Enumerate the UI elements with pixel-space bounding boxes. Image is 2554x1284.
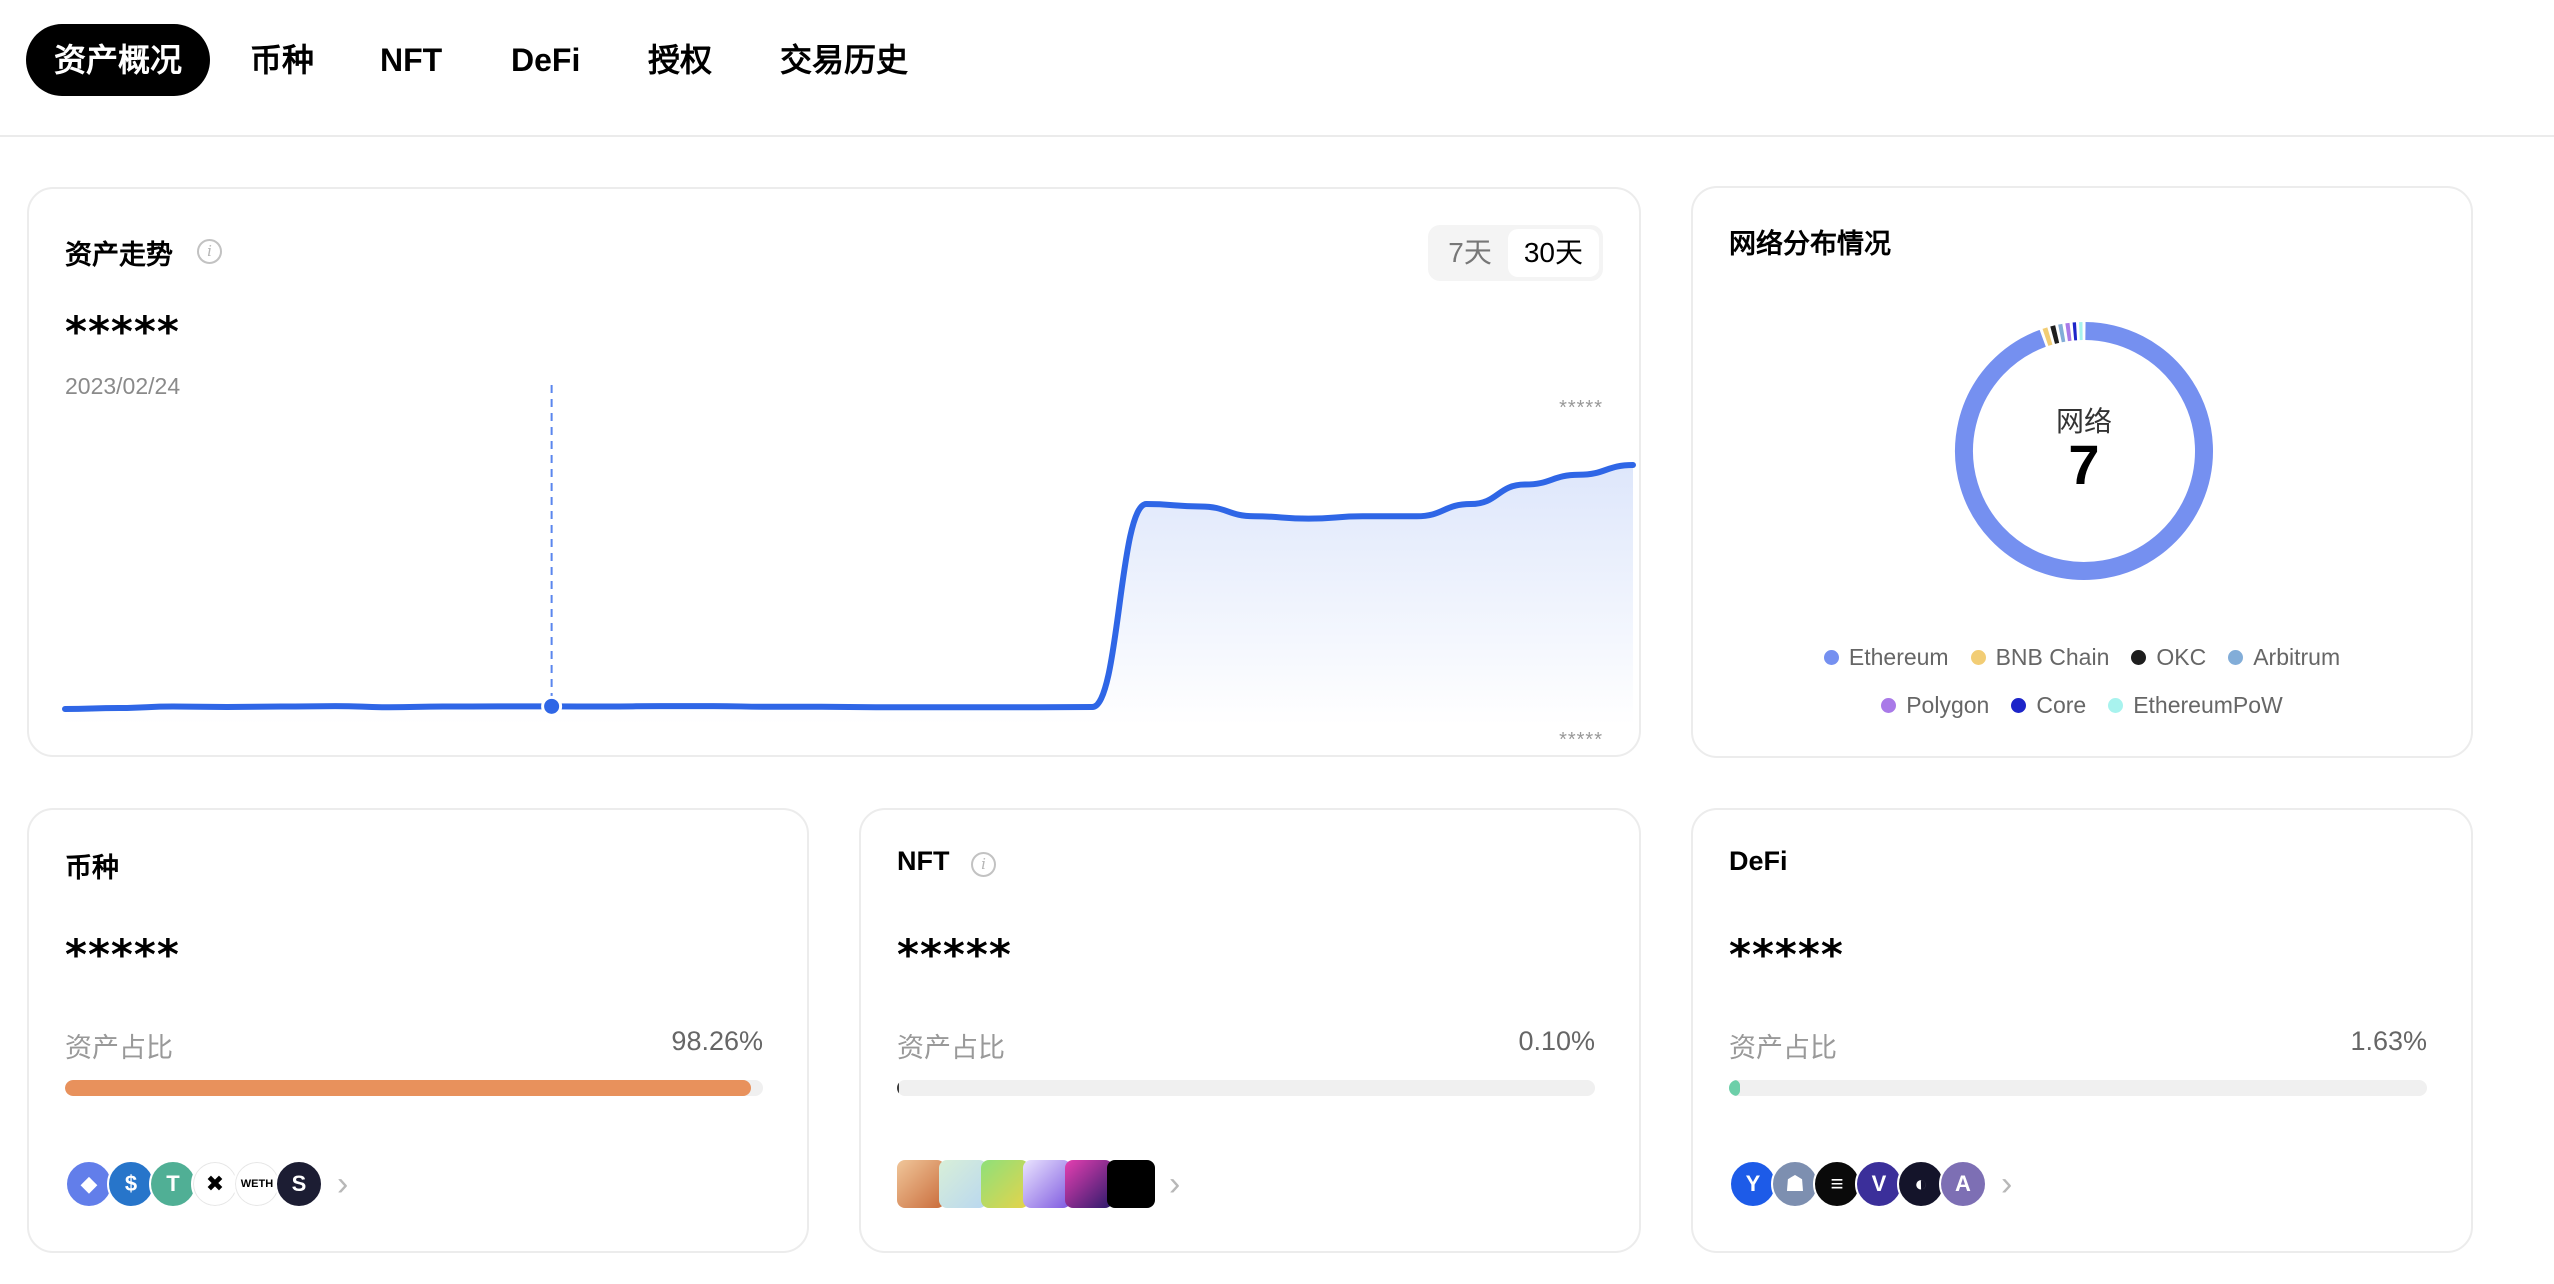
nft-thumb-row: › bbox=[897, 1160, 1180, 1208]
network-legend-row-2: Polygon Core EthereumPoW bbox=[1693, 692, 2471, 719]
legend-item-okc[interactable]: OKC bbox=[2131, 644, 2206, 671]
defi-progress-fill bbox=[1729, 1080, 1741, 1096]
nft-thumb-pattern bbox=[939, 1160, 987, 1208]
nft-summary-card[interactable]: NFT i ***** 资产占比 0.10% › bbox=[859, 808, 1641, 1253]
usdt-icon: T bbox=[149, 1160, 197, 1208]
nft-thumb-public-mint bbox=[897, 1160, 945, 1208]
defi-summary-card[interactable]: DeFi ***** 资产占比 1.63% Y ☗ ≡ V ◐ A › bbox=[1691, 808, 2473, 1253]
trend-area-fill bbox=[65, 465, 1633, 725]
tab-nft[interactable]: NFT bbox=[352, 24, 470, 96]
y-axis-max-label: ***** bbox=[1559, 397, 1603, 419]
nft-thumb-pixel-purple bbox=[1023, 1160, 1071, 1208]
coins-value: ***** bbox=[65, 930, 180, 979]
donut-slice-bnb-chain bbox=[2042, 327, 2053, 346]
donut-slice-okc bbox=[2050, 325, 2060, 344]
aave-icon: A bbox=[1939, 1160, 1987, 1208]
network-legend-row-1: Ethereum BNB Chain OKC Arbitrum bbox=[1693, 644, 2471, 671]
range-7d-button[interactable]: 7天 bbox=[1432, 229, 1508, 277]
okb-icon: ✖ bbox=[191, 1160, 239, 1208]
defi-value: ***** bbox=[1729, 930, 1844, 979]
donut-slice-polygon bbox=[2065, 322, 2072, 342]
defi-ratio-label: 资产占比 bbox=[1729, 1033, 1837, 1063]
legend-label: Ethereum bbox=[1848, 644, 1949, 670]
nft-progress-bar bbox=[897, 1080, 1595, 1096]
eth-icon: ◆ bbox=[65, 1160, 113, 1208]
tab-defi[interactable]: DeFi bbox=[483, 24, 608, 96]
legend-dot bbox=[2131, 650, 2147, 665]
network-distribution-card: 网络分布情况 网络 7 Ethereum BNB Chain OKC Arbitrum… bbox=[1691, 186, 2473, 758]
legend-item-arbitrum[interactable]: Arbitrum bbox=[2228, 644, 2340, 671]
info-icon[interactable]: i bbox=[971, 852, 996, 877]
aave-ghost-icon: ☗ bbox=[1771, 1160, 1819, 1208]
coins-ratio-value: 98.26% bbox=[671, 1026, 763, 1056]
tab-bar: 资产概况 币种 NFT DeFi 授权 交易历史 bbox=[0, 0, 2554, 137]
legend-item-core[interactable]: Core bbox=[2011, 692, 2086, 719]
legend-item-ethereum[interactable]: Ethereum bbox=[1823, 644, 1949, 671]
nft-more-chevron-icon[interactable]: › bbox=[1169, 1165, 1180, 1204]
y-axis-min-label: ***** bbox=[1559, 729, 1603, 751]
range-toggle: 7天 30天 bbox=[1428, 225, 1603, 281]
s-token-icon: S bbox=[275, 1160, 323, 1208]
legend-dot bbox=[1970, 650, 1986, 665]
legend-dot bbox=[2228, 650, 2244, 665]
hover-date: 2023/02/24 bbox=[65, 373, 181, 399]
coins-progress-fill bbox=[65, 1080, 751, 1096]
nft-thumb-panda bbox=[981, 1160, 1029, 1208]
coins-ratio-label: 资产占比 bbox=[65, 1033, 173, 1063]
donut-slice-arbitrum bbox=[2058, 323, 2066, 343]
nft-thumb-pagoda bbox=[1065, 1160, 1113, 1208]
legend-label: Core bbox=[2036, 692, 2087, 718]
defi-icon-row: Y ☗ ≡ V ◐ A › bbox=[1729, 1160, 2012, 1208]
legend-dot bbox=[1823, 650, 1839, 665]
nft-thumb-text bbox=[1107, 1160, 1155, 1208]
donut-center-value: 7 bbox=[2068, 433, 2100, 496]
nft-ratio-value: 0.10% bbox=[1518, 1026, 1595, 1056]
asset-trend-title: 资产走势 bbox=[65, 240, 173, 270]
nft-progress-fill bbox=[897, 1080, 900, 1096]
coins-progress-bar bbox=[65, 1080, 763, 1096]
defi-more-chevron-icon[interactable]: › bbox=[2001, 1165, 2012, 1204]
legend-label: BNB Chain bbox=[1995, 644, 2110, 670]
tab-approvals[interactable]: 授权 bbox=[620, 24, 740, 96]
coins-more-chevron-icon[interactable]: › bbox=[337, 1165, 348, 1204]
legend-item-ethereumpow[interactable]: EthereumPoW bbox=[2108, 692, 2283, 719]
legend-label: Arbitrum bbox=[2253, 644, 2341, 670]
defi-ratio-value: 1.63% bbox=[2350, 1026, 2427, 1056]
network-title: 网络分布情况 bbox=[1729, 229, 1891, 259]
legend-item-polygon[interactable]: Polygon bbox=[1881, 692, 1989, 719]
tab-overview[interactable]: 资产概况 bbox=[26, 24, 211, 96]
legend-item-bnb-chain[interactable]: BNB Chain bbox=[1970, 644, 2110, 671]
legend-dot bbox=[2108, 698, 2124, 713]
nft-value: ***** bbox=[897, 930, 1012, 979]
asset-trend-card: 资产走势 i ***** 2023/02/24 7天 30天 ***** ***… bbox=[27, 187, 1641, 757]
coins-title: 币种 bbox=[65, 853, 119, 883]
donut-wrap: 网络 7 bbox=[1953, 320, 2215, 582]
tab-coins[interactable]: 币种 bbox=[222, 24, 342, 96]
legend-label: EthereumPoW bbox=[2133, 692, 2283, 718]
defi-progress-bar bbox=[1729, 1080, 2427, 1096]
nft-title: NFT bbox=[897, 846, 950, 876]
total-asset-value: ***** bbox=[65, 307, 180, 356]
usdc-icon: $ bbox=[107, 1160, 155, 1208]
info-icon[interactable]: i bbox=[197, 239, 222, 264]
coins-icon-row: ◆ $ T ✖ WETH S › bbox=[65, 1160, 348, 1208]
legend-dot bbox=[1881, 698, 1897, 713]
legend-dot bbox=[2011, 698, 2027, 713]
protocol-icon: ◐ bbox=[1897, 1160, 1945, 1208]
coins-summary-card[interactable]: 币种 ***** 资产占比 98.26% ◆ $ T ✖ WETH S › bbox=[27, 808, 809, 1253]
tab-history[interactable]: 交易历史 bbox=[752, 24, 936, 96]
nft-ratio-label: 资产占比 bbox=[897, 1033, 1005, 1063]
yearn-icon: Y bbox=[1729, 1160, 1777, 1208]
defi-title: DeFi bbox=[1729, 846, 1788, 876]
venus-icon: V bbox=[1855, 1160, 1903, 1208]
legend-label: OKC bbox=[2156, 644, 2207, 670]
asset-trend-chart[interactable] bbox=[62, 385, 1636, 725]
range-30d-button[interactable]: 30天 bbox=[1507, 229, 1599, 277]
compound-icon: ≡ bbox=[1813, 1160, 1861, 1208]
legend-label: Polygon bbox=[1906, 692, 1990, 718]
hover-point bbox=[541, 695, 563, 717]
weth-icon: WETH bbox=[233, 1160, 281, 1208]
